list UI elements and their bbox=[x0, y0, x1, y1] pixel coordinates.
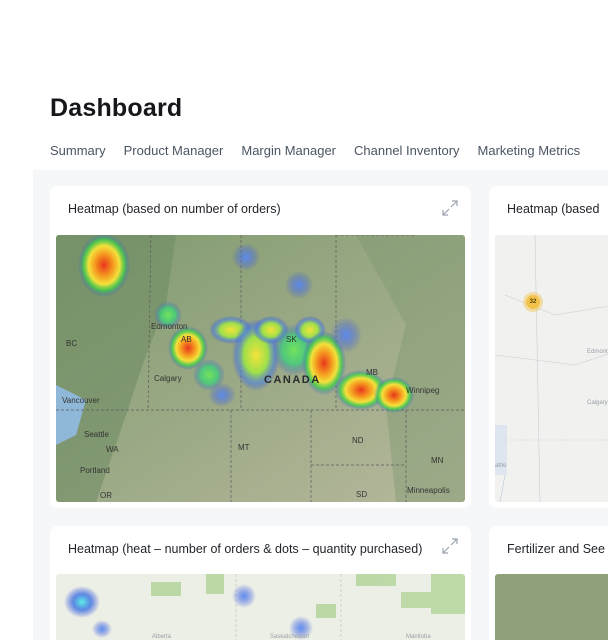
map-label-bc: BC bbox=[66, 339, 78, 348]
heatmap-orders-card: Heatmap (based on number of orders) Edmo… bbox=[50, 186, 471, 508]
card-title: Heatmap (heat – number of orders & dots … bbox=[68, 542, 423, 556]
map-label-manitoba: Manitoba bbox=[406, 634, 431, 640]
map-label-ab: AB bbox=[181, 335, 192, 344]
card-title: Heatmap (based on number of orders) bbox=[68, 202, 281, 216]
fertilizer-card: Fertilizer and See bbox=[489, 526, 608, 640]
map-label-canada: CANADA bbox=[264, 374, 321, 386]
tab-bar: Summary Product Manager Margin Manager C… bbox=[50, 143, 598, 158]
map-label-calgary: Calgary bbox=[154, 374, 182, 383]
map-label-minneapolis: Minneapolis bbox=[407, 486, 450, 495]
map-label-saskatchewan: Saskatchewan bbox=[270, 634, 310, 640]
order-cluster-marker[interactable]: 32 bbox=[523, 292, 543, 312]
map-label-mn: MN bbox=[431, 456, 444, 465]
card-title: Fertilizer and See bbox=[507, 542, 605, 556]
tab-product-manager[interactable]: Product Manager bbox=[124, 143, 224, 158]
heatmap-heat-dots-card: Heatmap (heat – number of orders & dots … bbox=[50, 526, 471, 640]
tab-channel-inventory[interactable]: Channel Inventory bbox=[354, 143, 460, 158]
map-label-edmonton: Edmonton bbox=[151, 322, 188, 331]
map-label-portland: Portland bbox=[80, 466, 110, 475]
map-label-sk: SK bbox=[286, 335, 297, 344]
expand-icon[interactable] bbox=[440, 198, 460, 218]
map-label-nd: ND bbox=[352, 436, 364, 445]
map-label-seattle: attle bbox=[495, 463, 507, 469]
map-label-mt: MT bbox=[238, 443, 250, 452]
page-title: Dashboard bbox=[50, 94, 183, 122]
heatmap-map[interactable]: Edmonton AB BC Calgary Vancouver CANADA … bbox=[56, 235, 465, 502]
map-label-edmonton: Edmont bbox=[587, 349, 608, 355]
map-label-wa: WA bbox=[106, 445, 119, 454]
tab-summary[interactable]: Summary bbox=[50, 143, 106, 158]
tab-margin-manager[interactable]: Margin Manager bbox=[241, 143, 336, 158]
map-label-winnipeg: Winnipeg bbox=[406, 386, 440, 395]
map-label-mb: MB bbox=[366, 368, 378, 377]
tab-marketing-metrics[interactable]: Marketing Metrics bbox=[478, 143, 581, 158]
fertilizer-map[interactable] bbox=[495, 574, 608, 640]
map-label-alberta: Alberta bbox=[152, 634, 172, 640]
map-label-vancouver: Vancouver bbox=[62, 396, 100, 405]
heat-dots-map[interactable]: Alberta Saskatchewan Manitoba bbox=[56, 574, 465, 640]
card-title: Heatmap (based bbox=[507, 202, 600, 216]
cluster-map[interactable]: 32 Edmont Calgary attle bbox=[495, 235, 608, 502]
map-label-calgary: Calgary bbox=[587, 400, 608, 406]
map-label-seattle: Seattle bbox=[84, 430, 109, 439]
expand-icon[interactable] bbox=[440, 536, 460, 556]
map-label-or: OR bbox=[100, 491, 112, 500]
heatmap-right-card: Heatmap (based 32 Edmont Calgary attle bbox=[489, 186, 608, 508]
map-label-sd: SD bbox=[356, 490, 368, 499]
